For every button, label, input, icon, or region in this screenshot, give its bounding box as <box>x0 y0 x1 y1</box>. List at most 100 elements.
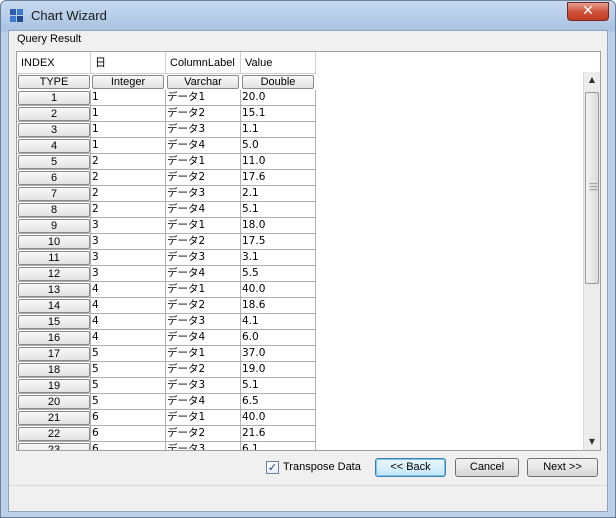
table-cell[interactable]: 3 <box>91 266 166 282</box>
row-index-button[interactable]: 21 <box>18 411 90 425</box>
table-cell[interactable]: 1 <box>91 122 166 138</box>
table-row[interactable]: 23 6 データ3 6.1 <box>17 442 316 450</box>
table-cell[interactable]: データ3 <box>166 122 241 138</box>
table-cell[interactable]: 37.0 <box>241 346 316 362</box>
type-button[interactable]: Double <box>242 75 314 89</box>
table-cell[interactable]: データ1 <box>166 410 241 426</box>
row-index-button[interactable]: 12 <box>18 267 90 281</box>
table-cell[interactable]: データ2 <box>166 106 241 122</box>
table-row[interactable]: 12 3 データ4 5.5 <box>17 266 316 282</box>
table-cell[interactable]: 5 <box>91 394 166 410</box>
table-cell[interactable]: 1 <box>91 138 166 154</box>
table-cell[interactable]: 4.1 <box>241 314 316 330</box>
table-cell[interactable]: 2 <box>91 186 166 202</box>
table-cell[interactable]: 3.1 <box>241 250 316 266</box>
transpose-checkbox[interactable]: ✓ <box>266 461 279 474</box>
table-row[interactable]: 14 4 データ2 18.6 <box>17 298 316 314</box>
table-cell[interactable]: 18.6 <box>241 298 316 314</box>
row-index-button[interactable]: 14 <box>18 299 90 313</box>
table-cell[interactable]: 5 <box>91 378 166 394</box>
table-row[interactable]: 3 1 データ3 1.1 <box>17 122 316 138</box>
table-cell[interactable]: 5.5 <box>241 266 316 282</box>
table-cell[interactable]: データ4 <box>166 138 241 154</box>
row-index-button[interactable]: 7 <box>18 187 90 201</box>
table-row[interactable]: 6 2 データ2 17.6 <box>17 170 316 186</box>
table-cell[interactable]: データ3 <box>166 378 241 394</box>
row-index-button[interactable]: 15 <box>18 315 90 329</box>
table-cell[interactable]: 17.5 <box>241 234 316 250</box>
table-cell[interactable]: データ3 <box>166 250 241 266</box>
table-cell[interactable]: 17.6 <box>241 170 316 186</box>
table-cell[interactable]: データ3 <box>166 186 241 202</box>
table-row[interactable]: 7 2 データ3 2.1 <box>17 186 316 202</box>
row-index-button[interactable]: 3 <box>18 123 90 137</box>
table-cell[interactable]: 4 <box>91 282 166 298</box>
table-cell[interactable]: 5.1 <box>241 202 316 218</box>
table-row[interactable]: 22 6 データ2 21.6 <box>17 426 316 442</box>
vertical-scrollbar[interactable]: ▲ — — — ▼ <box>583 72 600 450</box>
row-index-button[interactable]: 22 <box>18 427 90 441</box>
table-cell[interactable]: 2 <box>91 202 166 218</box>
table-row[interactable]: 1 1 データ1 20.0 <box>17 90 316 106</box>
table-cell[interactable]: 2.1 <box>241 186 316 202</box>
table-row[interactable]: 8 2 データ4 5.1 <box>17 202 316 218</box>
type-button[interactable]: Integer <box>92 75 164 89</box>
table-cell[interactable]: データ1 <box>166 282 241 298</box>
table-row[interactable]: 21 6 データ1 40.0 <box>17 410 316 426</box>
row-index-button[interactable]: 9 <box>18 219 90 233</box>
table-row[interactable]: 16 4 データ4 6.0 <box>17 330 316 346</box>
table-row[interactable]: 4 1 データ4 5.0 <box>17 138 316 154</box>
table-cell[interactable]: 21.6 <box>241 426 316 442</box>
column-header[interactable]: Value <box>241 52 316 74</box>
row-index-button[interactable]: 2 <box>18 107 90 121</box>
table-cell[interactable]: 6 <box>91 442 166 450</box>
table-cell[interactable]: 5 <box>91 362 166 378</box>
table-row[interactable]: 20 5 データ4 6.5 <box>17 394 316 410</box>
table-cell[interactable]: データ2 <box>166 234 241 250</box>
row-index-button[interactable]: 1 <box>18 91 90 105</box>
column-header[interactable]: ColumnLabel <box>166 52 241 74</box>
table-row[interactable]: 18 5 データ2 19.0 <box>17 362 316 378</box>
table-cell[interactable]: 2 <box>91 154 166 170</box>
table-cell[interactable]: 4 <box>91 314 166 330</box>
row-index-button[interactable]: 23 <box>18 443 90 450</box>
back-button[interactable]: << Back <box>375 458 446 477</box>
table-cell[interactable]: 40.0 <box>241 410 316 426</box>
row-index-button[interactable]: 13 <box>18 283 90 297</box>
table-cell[interactable]: 4 <box>91 298 166 314</box>
table-row[interactable]: 10 3 データ2 17.5 <box>17 234 316 250</box>
table-cell[interactable]: 18.0 <box>241 218 316 234</box>
close-button[interactable]: ✕ <box>567 2 609 21</box>
column-header[interactable]: 日 <box>91 52 166 74</box>
table-cell[interactable]: データ3 <box>166 314 241 330</box>
table-cell[interactable]: 3 <box>91 234 166 250</box>
table-row[interactable]: 13 4 データ1 40.0 <box>17 282 316 298</box>
table-cell[interactable]: 40.0 <box>241 282 316 298</box>
table-cell[interactable]: 4 <box>91 330 166 346</box>
table-cell[interactable]: 1 <box>91 90 166 106</box>
table-cell[interactable]: 1 <box>91 106 166 122</box>
table-row[interactable]: 9 3 データ1 18.0 <box>17 218 316 234</box>
table-cell[interactable]: データ1 <box>166 154 241 170</box>
type-button[interactable]: TYPE <box>18 75 90 89</box>
table-cell[interactable]: データ4 <box>166 330 241 346</box>
cancel-button[interactable]: Cancel <box>455 458 519 477</box>
row-index-button[interactable]: 4 <box>18 139 90 153</box>
table-cell[interactable]: データ2 <box>166 426 241 442</box>
table-cell[interactable]: データ1 <box>166 90 241 106</box>
scroll-up-arrow-icon[interactable]: ▲ <box>584 72 600 88</box>
type-button[interactable]: Varchar <box>167 75 239 89</box>
transpose-label[interactable]: Transpose Data <box>283 461 361 473</box>
table-cell[interactable]: 6.5 <box>241 394 316 410</box>
table-cell[interactable]: 3 <box>91 250 166 266</box>
table-cell[interactable]: データ4 <box>166 266 241 282</box>
table-cell[interactable]: 19.0 <box>241 362 316 378</box>
table-cell[interactable]: 15.1 <box>241 106 316 122</box>
title-bar[interactable]: Chart Wizard ✕ <box>1 1 615 31</box>
table-cell[interactable]: データ2 <box>166 362 241 378</box>
row-index-button[interactable]: 6 <box>18 171 90 185</box>
row-index-button[interactable]: 18 <box>18 363 90 377</box>
table-cell[interactable]: データ4 <box>166 394 241 410</box>
table-row[interactable]: 5 2 データ1 11.0 <box>17 154 316 170</box>
table-cell[interactable]: 6.1 <box>241 442 316 450</box>
